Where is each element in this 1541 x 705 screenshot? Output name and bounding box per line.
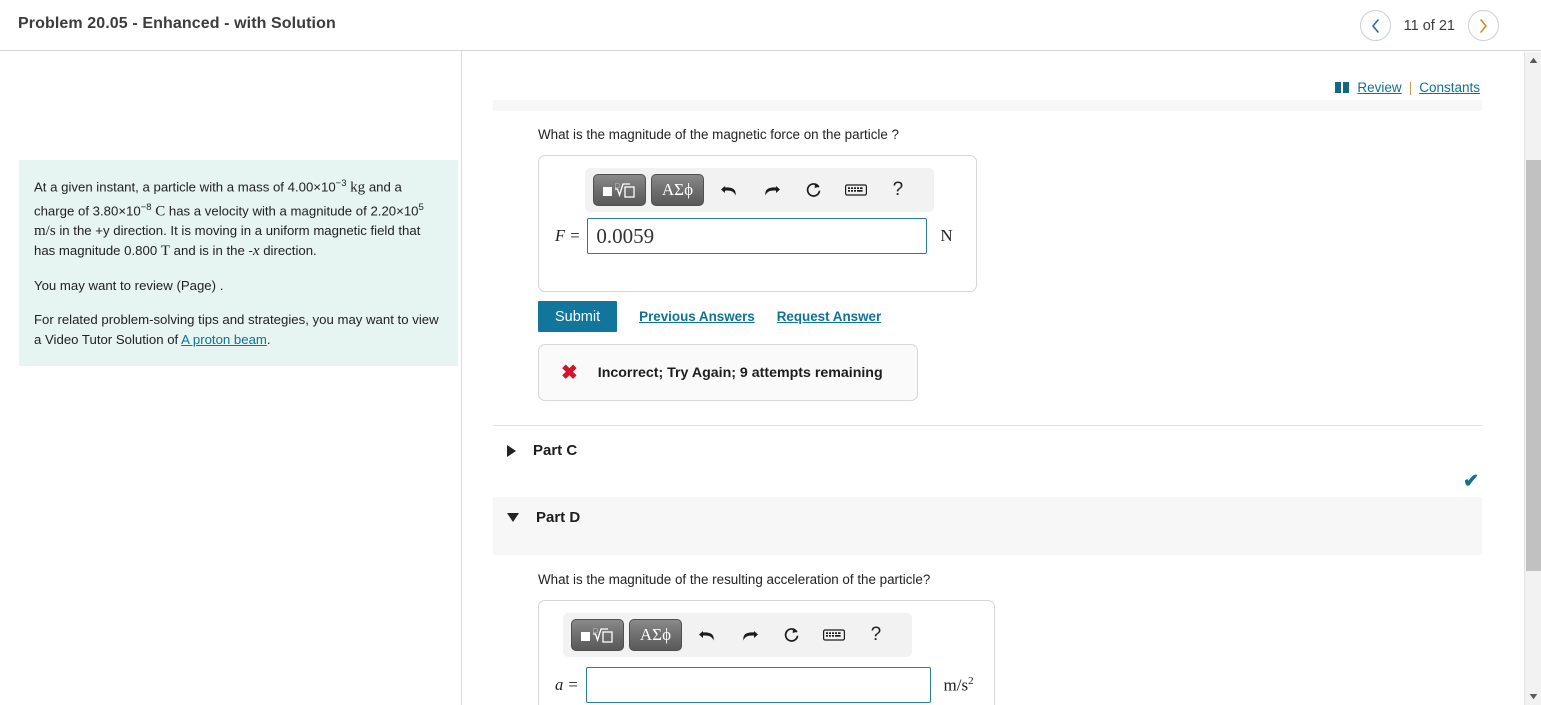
keyboard-icon[interactable] (836, 174, 876, 206)
keyboard-icon[interactable] (814, 619, 854, 651)
part-b-header-band (493, 100, 1482, 111)
part-b-toolbar: □ ΑΣϕ ? (585, 168, 934, 212)
problem-text-part5: and is in the - (170, 243, 253, 259)
feedback-text: Incorrect; Try Again; 9 attempts remaini… (597, 364, 883, 381)
problem-unit-kg: kg (350, 179, 366, 196)
part-b-input-row: F = N (555, 218, 953, 254)
chevron-left-icon (1371, 18, 1380, 33)
scrollbar-thumb[interactable] (1526, 160, 1541, 571)
part-c-label: Part C (533, 442, 578, 459)
video-tutor-solution-link[interactable]: A proton beam (181, 332, 267, 347)
part-d-answer-frame: □ ΑΣϕ ? a = m/s2 (538, 600, 995, 705)
part-d-unit-exponent: 2 (968, 674, 974, 687)
triangle-down-icon[interactable] (507, 513, 519, 522)
next-problem-button[interactable] (1468, 10, 1499, 41)
problem-text-part1: At a given instant, a particle with a ma… (34, 179, 336, 195)
problem-unit-c: C (155, 202, 166, 219)
help-button[interactable]: ? (856, 619, 896, 651)
problem-unit-t: T (160, 243, 171, 260)
part-c-header[interactable]: Part C (507, 442, 577, 459)
undo-arrow-icon[interactable] (687, 619, 727, 651)
math-template-icon[interactable]: □ (571, 619, 624, 651)
part-d-toolbar: □ ΑΣϕ ? (563, 613, 912, 657)
part-b-answer-input[interactable] (587, 218, 928, 254)
problem-statement-panel: At a given instant, a particle with a ma… (19, 160, 458, 367)
submit-button[interactable]: Submit (538, 301, 618, 332)
triangle-right-icon[interactable] (507, 444, 516, 457)
part-d-answer-input[interactable] (585, 667, 931, 703)
vertical-scrollbar[interactable] (1524, 52, 1541, 705)
problem-content-area: Review | Constants What is the magnitude… (462, 52, 1510, 705)
part-b-answer-frame: □ ΑΣϕ ? F = 0.0059 N (538, 155, 977, 292)
part-d-header[interactable]: Part D (507, 509, 580, 526)
scroll-up-arrow-icon[interactable] (1525, 52, 1541, 69)
problem-statement-text: At a given instant, a particle with a ma… (34, 174, 442, 262)
redo-arrow-icon[interactable] (729, 619, 769, 651)
constants-link[interactable]: Constants (1419, 80, 1480, 95)
problem-axis-x: x (252, 243, 260, 260)
part-d-input-row: a = m/s2 (539, 667, 974, 703)
review-link[interactable]: Review (1357, 80, 1401, 95)
review-separator: | (1408, 80, 1413, 95)
tips-text-suffix: . (266, 332, 271, 347)
undo-arrow-icon[interactable] (709, 174, 749, 206)
tips-text: For related problem-solving tips and str… (34, 310, 442, 350)
greek-symbols-button[interactable]: ΑΣϕ (650, 174, 704, 206)
problem-text-part6: direction. (259, 243, 317, 259)
scroll-down-arrow-icon[interactable] (1525, 688, 1541, 705)
math-template-icon[interactable]: □ (593, 174, 646, 206)
previous-answers-link[interactable]: Previous Answers (639, 309, 755, 324)
part-d-variable-label: a = (555, 675, 579, 694)
previous-problem-button[interactable] (1359, 10, 1391, 41)
problem-exp3: 5 (418, 201, 424, 213)
greek-symbols-button[interactable]: ΑΣϕ (628, 619, 682, 651)
part-d-label: Part D (536, 509, 581, 526)
redo-arrow-icon[interactable] (751, 174, 791, 206)
review-note: You may want to review (Page) . (34, 277, 224, 293)
part-b-question: What is the magnitude of the magnetic fo… (538, 127, 900, 142)
review-constants-bar: Review | Constants (1335, 80, 1480, 95)
problem-unit-ms: m/s (34, 223, 56, 240)
problem-text-part3: has a velocity with a magnitude of 2.20×… (165, 202, 419, 218)
page-title: Problem 20.05 - Enhanced - with Solution (18, 15, 336, 32)
reset-circle-icon[interactable] (793, 174, 833, 206)
book-icon (1335, 82, 1350, 93)
chevron-right-icon (1479, 18, 1488, 33)
part-b-variable-label: F = (555, 226, 581, 245)
problem-exp1: −3 (335, 178, 347, 189)
page-counter: 11 of 21 (1403, 17, 1455, 34)
part-c-status-check-icon: ✔ (1463, 471, 1479, 492)
feedback-message-box: ✖ Incorrect; Try Again; 9 attempts remai… (538, 344, 918, 401)
part-b-action-row: Submit Previous Answers Request Answer (538, 301, 881, 332)
reset-circle-icon[interactable] (771, 619, 811, 651)
section-divider (493, 425, 1482, 426)
part-d-unit: m/s2 (944, 675, 974, 696)
problem-exp2: −8 (140, 201, 152, 213)
request-answer-link[interactable]: Request Answer (777, 309, 881, 324)
part-d-unit-base: m/s (943, 675, 969, 695)
pagination: 11 of 21 (1359, 10, 1499, 41)
part-d-question: What is the magnitude of the resulting a… (538, 572, 931, 587)
part-b-unit: N (940, 226, 953, 245)
x-mark-icon: ✖ (561, 361, 578, 384)
part-d-header-band (493, 497, 1482, 555)
help-button[interactable]: ? (878, 174, 918, 206)
problem-page: Problem 20.05 - Enhanced - with Solution… (0, 0, 1541, 705)
top-bar: Problem 20.05 - Enhanced - with Solution… (0, 0, 1541, 51)
